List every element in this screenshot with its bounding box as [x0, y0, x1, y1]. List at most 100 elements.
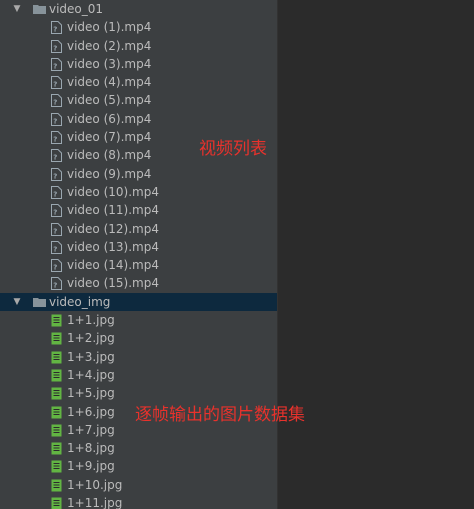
file-name: 1+8.jpg [67, 441, 115, 456]
video-file-icon: ? [51, 259, 62, 273]
file-name: 1+7.jpg [67, 422, 115, 437]
svg-text:?: ? [53, 117, 57, 125]
file-name: video (11).mp4 [67, 203, 159, 218]
svg-text:?: ? [53, 245, 57, 253]
file-name: video (15).mp4 [67, 276, 159, 291]
image-file-icon [51, 460, 62, 473]
file-row[interactable]: ? video (3).mp4 [0, 55, 277, 73]
video-file-icon: ? [51, 39, 62, 53]
image-file-icon [51, 332, 62, 345]
image-file-icon [51, 314, 62, 327]
file-name: 1+4.jpg [67, 367, 115, 382]
video-file-icon: ? [51, 185, 62, 199]
image-file-icon [51, 387, 62, 400]
file-name: video (10).mp4 [67, 184, 159, 199]
file-name: 1+6.jpg [67, 404, 115, 419]
video-file-icon: ? [51, 21, 62, 35]
file-tree: ▼ video_01? video (1).mp4? video (2).mp4? vi… [0, 0, 277, 509]
folder-icon [33, 5, 46, 14]
file-row[interactable]: ? video (10).mp4 [0, 183, 277, 201]
svg-text:?: ? [53, 26, 57, 34]
file-name: 1+11.jpg [67, 496, 123, 509]
file-name: 1+5.jpg [67, 386, 115, 401]
editor-area [277, 0, 474, 509]
image-file-icon [51, 479, 62, 492]
file-name: 1+9.jpg [67, 459, 115, 474]
annotation-frame-dataset: 逐帧输出的图片数据集 [135, 405, 305, 425]
file-row[interactable]: 1+2.jpg [0, 329, 277, 347]
image-file-icon [51, 351, 62, 364]
folder-name: video_img [49, 294, 111, 309]
file-name: video (6).mp4 [67, 111, 152, 126]
svg-text:?: ? [53, 81, 57, 89]
svg-text:?: ? [53, 227, 57, 235]
video-file-icon: ? [51, 112, 62, 126]
svg-text:?: ? [53, 264, 57, 272]
file-row[interactable]: ? video (12).mp4 [0, 220, 277, 238]
file-name: video (5).mp4 [67, 93, 152, 108]
file-row[interactable]: ? video (15).mp4 [0, 274, 277, 292]
video-file-icon: ? [51, 76, 62, 90]
folder-row-video-01[interactable]: ▼ video_01 [0, 0, 277, 18]
file-name: video (8).mp4 [67, 148, 152, 163]
svg-text:?: ? [53, 190, 57, 198]
file-name: 1+2.jpg [67, 331, 115, 346]
svg-text:?: ? [53, 99, 57, 107]
file-name: video (3).mp4 [67, 56, 152, 71]
chevron-down-icon[interactable]: ▼ [11, 0, 23, 18]
file-name: video (4).mp4 [67, 75, 152, 90]
video-file-icon: ? [51, 94, 62, 108]
project-tree-panel: ▼ video_01? video (1).mp4? video (2).mp4? vi… [0, 0, 277, 509]
video-file-icon: ? [51, 57, 62, 71]
svg-text:?: ? [53, 209, 57, 217]
chevron-down-icon[interactable]: ▼ [11, 293, 23, 311]
file-row[interactable]: ? video (14).mp4 [0, 256, 277, 274]
file-name: 1+3.jpg [67, 349, 115, 364]
svg-text:?: ? [53, 136, 57, 144]
file-name: video (1).mp4 [67, 20, 152, 35]
image-file-icon [51, 424, 62, 437]
image-file-icon [51, 369, 62, 382]
svg-text:?: ? [53, 154, 57, 162]
file-row[interactable]: ? video (5).mp4 [0, 91, 277, 109]
video-file-icon: ? [51, 131, 62, 145]
file-name: video (7).mp4 [67, 130, 152, 145]
file-row[interactable]: ? video (2).mp4 [0, 37, 277, 55]
file-row[interactable]: 1+8.jpg [0, 439, 277, 457]
file-row[interactable]: ? video (13).mp4 [0, 238, 277, 256]
video-file-icon: ? [51, 149, 62, 163]
file-row[interactable]: ? video (9).mp4 [0, 165, 277, 183]
svg-text:?: ? [53, 282, 57, 290]
file-row[interactable]: ? video (6).mp4 [0, 110, 277, 128]
annotation-video-list: 视频列表 [199, 139, 267, 159]
file-row[interactable]: 1+1.jpg [0, 311, 277, 329]
file-row[interactable]: 1+9.jpg [0, 457, 277, 475]
video-file-icon: ? [51, 240, 62, 254]
file-name: video (13).mp4 [67, 239, 159, 254]
svg-text:?: ? [53, 44, 57, 52]
video-file-icon: ? [51, 222, 62, 236]
file-name: video (9).mp4 [67, 166, 152, 181]
file-row[interactable]: 1+4.jpg [0, 366, 277, 384]
file-name: video (12).mp4 [67, 221, 159, 236]
folder-icon [33, 297, 46, 307]
video-file-icon: ? [51, 204, 62, 218]
image-file-icon [51, 442, 62, 455]
svg-text:?: ? [53, 172, 57, 180]
file-name: video (14).mp4 [67, 258, 159, 273]
file-row[interactable]: 1+11.jpg [0, 494, 277, 509]
image-file-icon [51, 406, 62, 419]
video-file-icon: ? [51, 277, 62, 291]
file-row[interactable]: ? video (4).mp4 [0, 73, 277, 91]
svg-text:?: ? [53, 62, 57, 70]
file-name: 1+10.jpg [67, 477, 123, 492]
file-name: video (2).mp4 [67, 38, 152, 53]
folder-row-video-img[interactable]: ▼ video_img [0, 292, 277, 312]
video-file-icon: ? [51, 167, 62, 181]
file-row[interactable]: ? video (1).mp4 [0, 18, 277, 36]
image-file-icon [51, 497, 62, 509]
file-row[interactable]: ? video (11).mp4 [0, 201, 277, 219]
folder-name: video_01 [49, 2, 104, 16]
file-row[interactable]: 1+3.jpg [0, 348, 277, 366]
file-row[interactable]: 1+10.jpg [0, 476, 277, 494]
